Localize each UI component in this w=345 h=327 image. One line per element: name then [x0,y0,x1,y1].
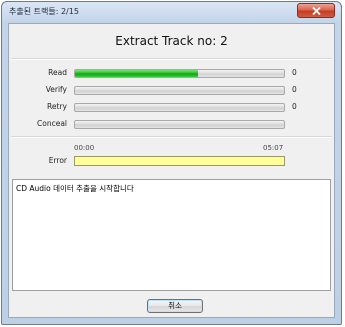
retry-label: Retry [47,102,67,111]
close-x-icon [312,7,321,15]
read-progress-fill [75,70,199,77]
conceal-progress-bar [74,120,285,129]
read-count: 0 [292,68,297,77]
read-progress-bar [74,69,285,78]
conceal-label: Conceal [37,119,67,128]
verify-count: 0 [292,85,297,94]
track-heading: Extract Track no: 2 [115,34,228,48]
timeline-start: 00:00 [74,144,95,152]
log-textbox[interactable]: CD Audio 데이터 추출을 시작합니다 [12,179,331,291]
extract-dialog-window: 추출된 트랙들: 2/15 Extract Track no: 2 Read 0… [1,1,342,325]
cancel-button[interactable]: 취소 [147,299,203,313]
close-button[interactable] [297,3,335,18]
separator [11,58,332,60]
read-label: Read [48,68,67,77]
window-title: 추출된 트랙들: 2/15 [9,7,79,16]
log-line: CD Audio 데이터 추출을 시작합니다 [16,184,134,193]
retry-progress-bar [74,103,285,112]
dialog-client-area: Extract Track no: 2 Read 0 Verify 0 Retr… [8,23,335,318]
separator [11,136,332,138]
error-label: Error [48,156,67,165]
verify-label: Verify [45,85,67,94]
timeline-end: 05:07 [263,144,284,152]
error-bar [74,156,285,166]
retry-count: 0 [292,102,297,111]
title-bar[interactable]: 추출된 트랙들: 2/15 [2,2,341,22]
verify-progress-bar [74,86,285,95]
